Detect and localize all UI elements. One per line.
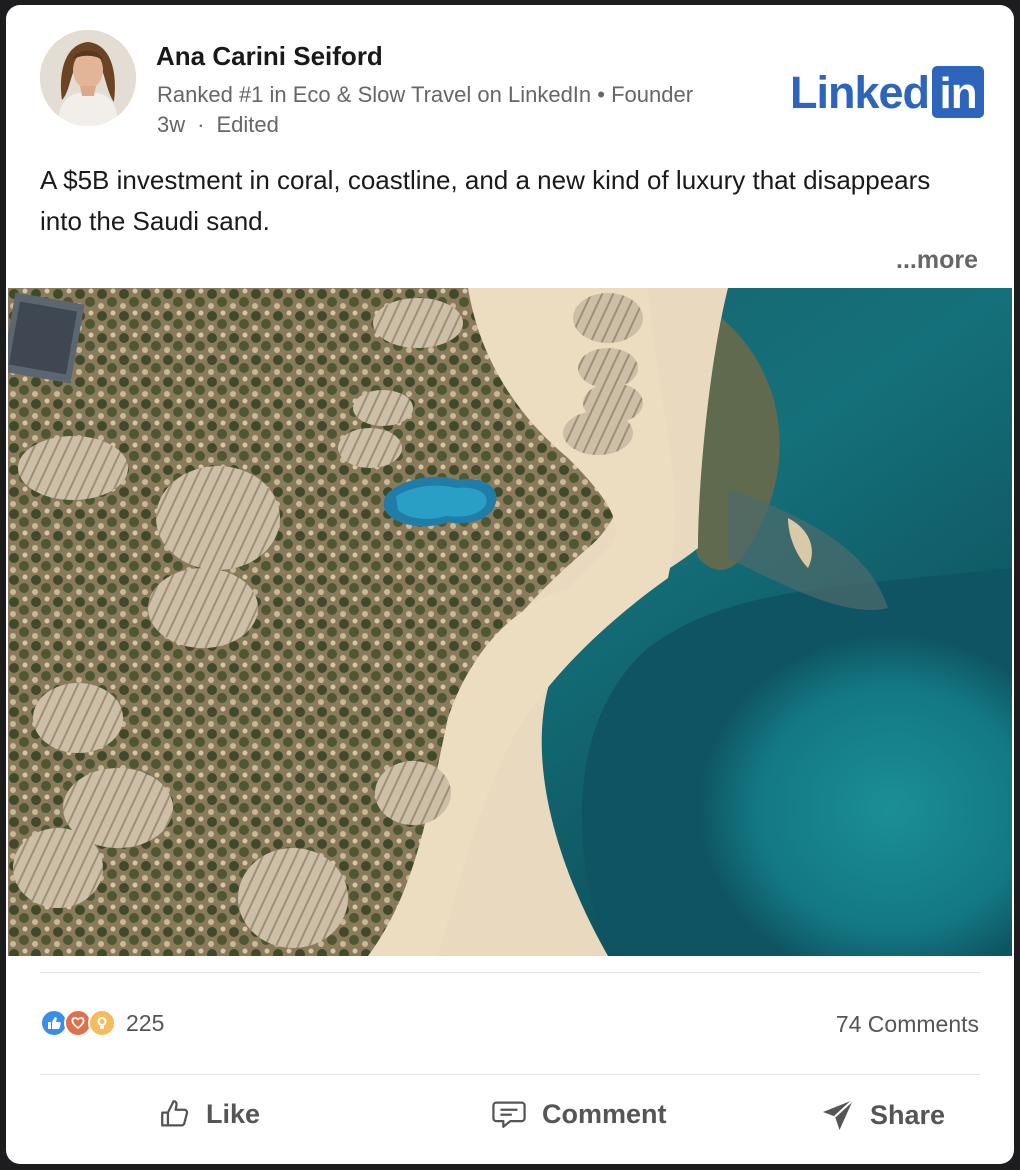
stats-divider-bottom: [40, 1074, 980, 1075]
send-icon: [823, 1099, 854, 1130]
avatar-image: [40, 30, 136, 126]
share-label: Share: [870, 1099, 946, 1130]
edited-label: Edited: [216, 112, 279, 137]
post-time: 3w: [157, 112, 186, 137]
stats-divider-top: [40, 972, 980, 973]
comments-count[interactable]: 74 Comments: [836, 1011, 979, 1038]
author-name[interactable]: Ana Carini Seiford: [156, 41, 383, 72]
comment-button[interactable]: Comment: [490, 1097, 667, 1131]
linkedin-logo: Linked in: [790, 66, 985, 118]
author-headline: Ranked #1 in Eco & Slow Travel on Linked…: [157, 82, 694, 107]
insightful-icon: [88, 1009, 116, 1037]
see-more-link[interactable]: ...more: [896, 246, 978, 275]
author-avatar[interactable]: [40, 30, 136, 126]
logo-wordmark: Linked: [790, 66, 930, 118]
meta-separator: ·: [197, 112, 205, 137]
share-button[interactable]: Share: [820, 1097, 945, 1133]
comment-label: Comment: [542, 1098, 667, 1129]
like-label: Like: [206, 1098, 261, 1129]
logo-in-box: in: [932, 66, 985, 118]
post-image[interactable]: [8, 288, 1012, 956]
thumbs-up-icon: [161, 1100, 189, 1127]
post-card: Ana Carini Seiford Ranked #1 in Eco & Sl…: [6, 5, 1014, 1164]
comment-icon: [492, 1101, 526, 1128]
post-text: A $5B investment in coral, coastline, an…: [40, 165, 931, 236]
aerial-photo-icon: [8, 288, 1012, 956]
like-button[interactable]: Like: [158, 1097, 260, 1131]
reactions-summary[interactable]: 225: [40, 1009, 164, 1037]
reaction-count: 225: [126, 1009, 165, 1036]
post-meta: 3w · Edited: [157, 112, 279, 138]
